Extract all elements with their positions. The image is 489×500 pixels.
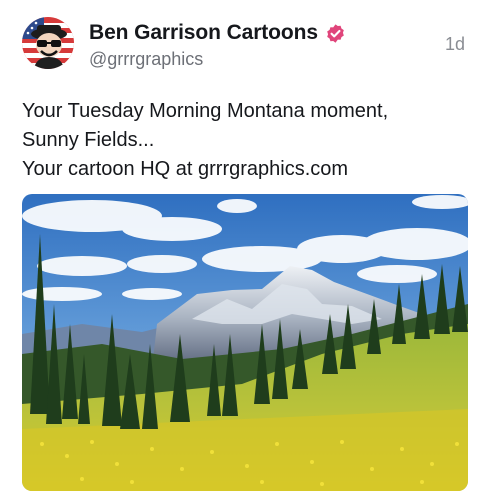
verified-badge-icon xyxy=(325,23,346,44)
author-name-row[interactable]: Ben Garrison Cartoons xyxy=(89,20,346,46)
mountain-meadow-image xyxy=(22,194,468,491)
author-handle[interactable]: @grrrgraphics xyxy=(89,49,203,70)
cartoon-avatar-flag-icon xyxy=(22,17,74,69)
post-text-line: Your Tuesday Morning Montana moment, xyxy=(22,100,389,122)
author-display-name[interactable]: Ben Garrison Cartoons xyxy=(89,21,318,45)
post-card[interactable]: Ben Garrison Cartoons @grrrgraphics 1d Y… xyxy=(0,0,489,500)
post-photo[interactable] xyxy=(22,194,468,491)
author-avatar[interactable] xyxy=(22,17,74,69)
post-text-line: Sunny Fields... xyxy=(22,129,155,151)
post-text: Your Tuesday Morning Montana moment, Sun… xyxy=(22,97,472,184)
post-text-line[interactable]: Your cartoon HQ at grrrgraphics.com xyxy=(22,155,472,184)
post-timestamp[interactable]: 1d xyxy=(445,34,465,55)
